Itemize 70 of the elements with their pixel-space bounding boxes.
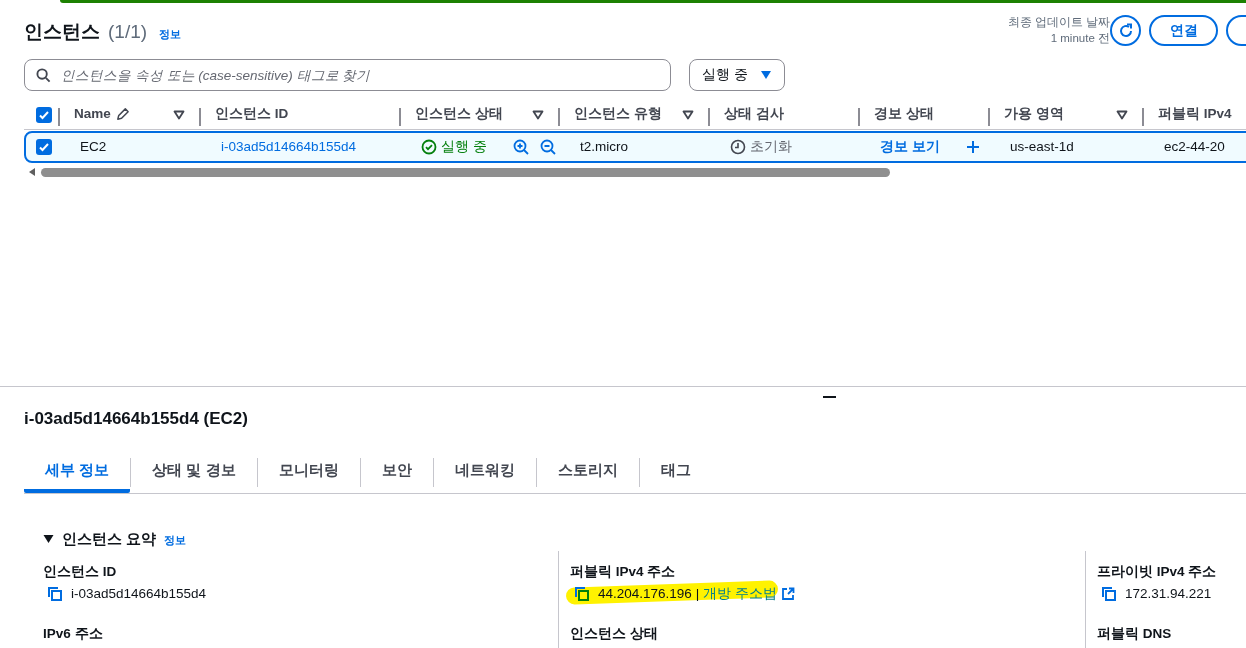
instance-count: (1/1) (108, 20, 148, 44)
tab[interactable]: 모니터링 (257, 452, 360, 493)
column-header[interactable]: 경보 상태 (874, 104, 934, 125)
column-header[interactable]: 퍼블릭 IPv4 (1158, 104, 1232, 125)
sort-icon[interactable] (173, 109, 185, 120)
caret-icon (759, 70, 772, 80)
status-text: 실행 중 (441, 137, 487, 156)
details-title: i-03ad5d14664b155d4 (EC2) (24, 408, 248, 430)
table-cell-text: us-east-1d (1010, 137, 1074, 156)
external-link[interactable]: 개방 주소법 (703, 584, 778, 605)
status-text: 초기화 (750, 137, 792, 156)
sort-icon[interactable] (1116, 109, 1128, 120)
plus-icon[interactable] (965, 140, 980, 154)
tab[interactable]: 보안 (360, 452, 433, 493)
field-label: 인스턴스 상태 (570, 624, 659, 643)
last-updated-label: 최종 업데이트 날짜 (1007, 15, 1110, 30)
field-label: 퍼블릭 IPv4 주소 (570, 563, 677, 581)
scroll-left-icon[interactable] (28, 167, 36, 177)
search-icon (36, 68, 51, 83)
external-link-icon (781, 587, 796, 602)
column-header[interactable]: 인스턴스 상태 (415, 104, 503, 125)
refresh-icon (1117, 22, 1134, 39)
separator-text: | (695, 585, 700, 604)
tab[interactable]: 세부 정보 (24, 452, 131, 493)
field-value: 44.204.176.196 (598, 585, 692, 604)
pencil-icon (114, 107, 130, 122)
checkbox[interactable] (36, 139, 52, 155)
tab[interactable]: 스토리지 (536, 452, 639, 493)
copy-icon[interactable] (47, 586, 63, 603)
zoom-in-icon[interactable] (512, 139, 529, 155)
table-cell-text: EC2 (80, 137, 107, 156)
search-field[interactable]: 인스턴스을 속성 또는 (case-sensitive) 태그로 찾기 (24, 59, 671, 91)
zoom-out-icon[interactable] (539, 139, 556, 155)
check-circle-icon (421, 139, 437, 155)
column-header[interactable]: 인스턴스 ID (215, 104, 289, 125)
column-header[interactable]: 인스턴스 유형 (574, 104, 662, 125)
tab[interactable]: 태그 (639, 452, 712, 493)
refresh-button[interactable] (1110, 15, 1141, 46)
resize-handle[interactable] (823, 396, 836, 398)
field-value: 172.31.94.221 (1125, 585, 1212, 604)
column-header[interactable]: 상태 검사 (724, 104, 784, 125)
info-link[interactable]: 정보 (159, 26, 182, 43)
checkbox[interactable] (36, 106, 52, 123)
connect-button[interactable]: 연결 (1149, 15, 1218, 46)
field-label: IPv6 주소 (43, 624, 104, 643)
copy-icon[interactable] (1101, 586, 1117, 603)
tab[interactable]: 상태 및 경보 (131, 452, 257, 493)
sort-icon[interactable] (532, 109, 544, 120)
state-filter-dropdown[interactable]: 실행 중 (689, 59, 785, 91)
view-alarms-link[interactable]: 경보 보기 (880, 136, 940, 158)
tab[interactable]: 네트워킹 (433, 452, 536, 493)
field-label: 퍼블릭 DNS (1097, 624, 1173, 643)
table-row[interactable]: EC2 i-03ad5d14664b155d4 실행 중 t2.micro 초기화 경보 보기 us-east-1d ec2-44-20 (24, 131, 1246, 163)
section-title[interactable]: 인스턴스 요약 (62, 528, 157, 551)
copy-icon[interactable] (574, 586, 590, 603)
field-label: 인스턴스 ID (43, 563, 118, 581)
page-title: 인스턴스 (24, 20, 100, 44)
scrollbar-thumb[interactable] (41, 168, 890, 177)
field-label: 프라이빗 IPv4 주소 (1097, 563, 1217, 581)
column-header[interactable]: Name (74, 104, 111, 125)
table-cell-text: ec2-44-20 (1164, 137, 1225, 156)
collapse-icon[interactable] (43, 534, 54, 544)
column-header[interactable]: 가용 영역 (1004, 104, 1064, 125)
instance-id-link[interactable]: i-03ad5d14664b155d4 (221, 136, 357, 158)
last-updated-time: 1 minute 전 (1050, 31, 1110, 46)
info-link[interactable]: 정보 (164, 532, 187, 549)
table-cell-text: t2.micro (580, 137, 628, 156)
clock-icon (730, 139, 746, 155)
field-value: i-03ad5d14664b155d4 (71, 585, 207, 604)
sort-icon[interactable] (682, 109, 694, 120)
